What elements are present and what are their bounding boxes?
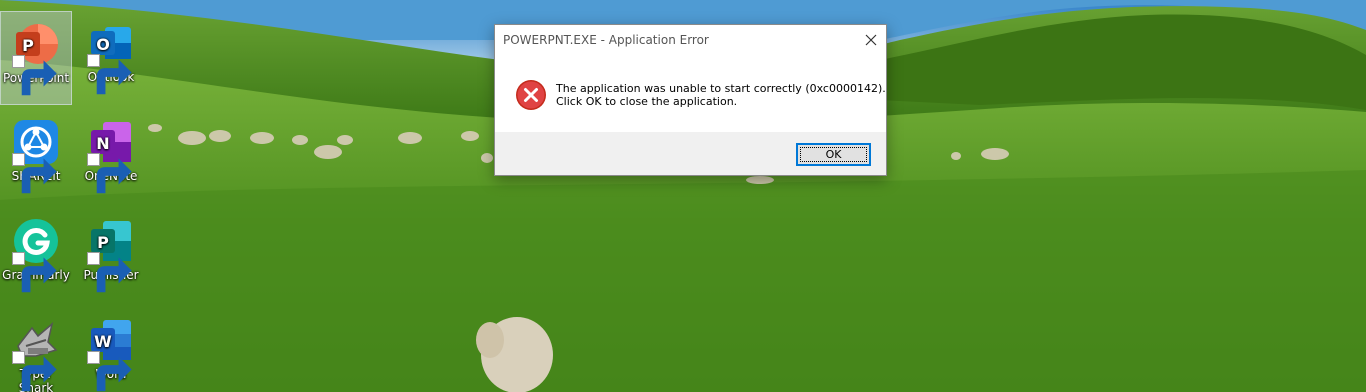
typer-shark-icon <box>12 316 60 392</box>
onenote-icon: N <box>87 118 135 194</box>
shareit-icon <box>12 118 60 194</box>
word-icon: W <box>87 316 135 392</box>
ok-button[interactable]: OK <box>796 143 871 166</box>
desktop-icon-onenote[interactable]: N OneNote <box>75 110 147 204</box>
svg-text:O: O <box>96 35 110 54</box>
publisher-icon: P <box>87 217 135 293</box>
desktop-icon-powerpoint[interactable]: P PowerPoint <box>0 11 72 105</box>
desktop-icon-outlook[interactable]: O Outlook <box>75 11 147 105</box>
desktop-icon-publisher[interactable]: P Publisher <box>75 209 147 303</box>
desktop-icon-grammarly[interactable]: Grammarly <box>0 209 72 303</box>
svg-text:N: N <box>96 134 109 153</box>
svg-text:W: W <box>94 332 112 351</box>
application-error-dialog: POWERPNT.EXE - Application Error The app… <box>494 24 887 176</box>
dialog-title: POWERPNT.EXE - Application Error <box>503 33 709 47</box>
desktop: P PowerPoint O Outlook SHAREit N OneNote… <box>0 0 1366 392</box>
dialog-body: The application was unable to start corr… <box>495 55 886 133</box>
outlook-icon: O <box>87 19 135 95</box>
dialog-footer: OK <box>495 132 886 175</box>
error-message: The application was unable to start corr… <box>556 82 886 108</box>
dialog-titlebar[interactable]: POWERPNT.EXE - Application Error <box>495 25 886 55</box>
desktop-icon-word[interactable]: W Word <box>75 308 147 392</box>
shortcut-arrow-icon <box>12 153 57 194</box>
ok-button-label: OK <box>800 147 867 162</box>
shortcut-arrow-icon <box>87 252 132 293</box>
desktop-icon-typer-shark-deluxe[interactable]: Typer Shark Deluxe <box>0 308 72 392</box>
shortcut-arrow-icon <box>12 55 57 96</box>
shortcut-arrow-icon <box>87 153 132 194</box>
error-message-line: The application was unable to start corr… <box>556 82 886 95</box>
error-icon <box>516 80 546 110</box>
svg-text:P: P <box>22 36 34 55</box>
error-message-line: Click OK to close the application. <box>556 95 738 108</box>
shortcut-arrow-icon <box>12 351 57 392</box>
powerpoint-icon: P <box>12 20 60 96</box>
desktop-icon-shareit[interactable]: SHAREit <box>0 110 72 204</box>
grammarly-icon <box>12 217 60 293</box>
shortcut-arrow-icon <box>12 252 57 293</box>
shortcut-arrow-icon <box>87 351 132 392</box>
close-button[interactable] <box>856 25 886 55</box>
svg-text:P: P <box>97 233 109 252</box>
shortcut-arrow-icon <box>87 54 132 95</box>
close-icon <box>865 34 877 46</box>
